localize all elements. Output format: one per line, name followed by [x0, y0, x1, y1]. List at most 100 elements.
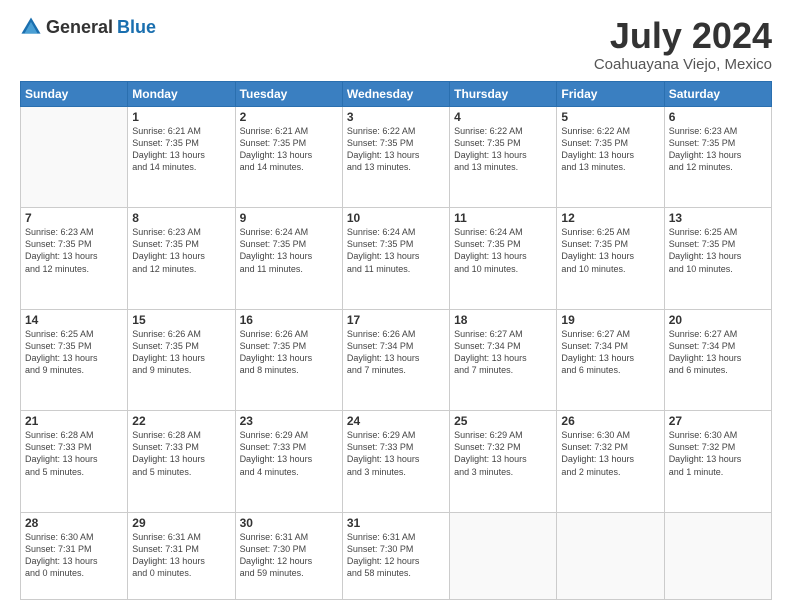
- calendar-week-row: 21Sunrise: 6:28 AM Sunset: 7:33 PM Dayli…: [21, 411, 772, 513]
- month-title: July 2024: [594, 16, 772, 56]
- day-number: 4: [454, 110, 552, 124]
- table-row: 15Sunrise: 6:26 AM Sunset: 7:35 PM Dayli…: [128, 309, 235, 411]
- table-row: 27Sunrise: 6:30 AM Sunset: 7:32 PM Dayli…: [664, 411, 771, 513]
- day-info: Sunrise: 6:25 AM Sunset: 7:35 PM Dayligh…: [561, 226, 659, 275]
- day-info: Sunrise: 6:29 AM Sunset: 7:32 PM Dayligh…: [454, 429, 552, 478]
- day-number: 17: [347, 313, 445, 327]
- day-number: 26: [561, 414, 659, 428]
- day-number: 2: [240, 110, 338, 124]
- day-number: 9: [240, 211, 338, 225]
- day-number: 8: [132, 211, 230, 225]
- day-number: 12: [561, 211, 659, 225]
- day-number: 22: [132, 414, 230, 428]
- day-number: 11: [454, 211, 552, 225]
- table-row: 3Sunrise: 6:22 AM Sunset: 7:35 PM Daylig…: [342, 106, 449, 208]
- day-info: Sunrise: 6:30 AM Sunset: 7:32 PM Dayligh…: [561, 429, 659, 478]
- table-row: 4Sunrise: 6:22 AM Sunset: 7:35 PM Daylig…: [450, 106, 557, 208]
- table-row: 30Sunrise: 6:31 AM Sunset: 7:30 PM Dayli…: [235, 512, 342, 599]
- day-info: Sunrise: 6:27 AM Sunset: 7:34 PM Dayligh…: [669, 328, 767, 377]
- day-number: 27: [669, 414, 767, 428]
- col-monday: Monday: [128, 81, 235, 106]
- day-info: Sunrise: 6:26 AM Sunset: 7:34 PM Dayligh…: [347, 328, 445, 377]
- logo-general: General: [46, 17, 113, 38]
- table-row: 8Sunrise: 6:23 AM Sunset: 7:35 PM Daylig…: [128, 208, 235, 310]
- col-sunday: Sunday: [21, 81, 128, 106]
- logo-blue: Blue: [117, 17, 156, 38]
- day-info: Sunrise: 6:26 AM Sunset: 7:35 PM Dayligh…: [132, 328, 230, 377]
- day-info: Sunrise: 6:29 AM Sunset: 7:33 PM Dayligh…: [347, 429, 445, 478]
- day-info: Sunrise: 6:24 AM Sunset: 7:35 PM Dayligh…: [454, 226, 552, 275]
- day-info: Sunrise: 6:24 AM Sunset: 7:35 PM Dayligh…: [240, 226, 338, 275]
- day-number: 20: [669, 313, 767, 327]
- day-info: Sunrise: 6:26 AM Sunset: 7:35 PM Dayligh…: [240, 328, 338, 377]
- day-number: 6: [669, 110, 767, 124]
- day-info: Sunrise: 6:29 AM Sunset: 7:33 PM Dayligh…: [240, 429, 338, 478]
- day-info: Sunrise: 6:23 AM Sunset: 7:35 PM Dayligh…: [25, 226, 123, 275]
- day-number: 16: [240, 313, 338, 327]
- table-row: 7Sunrise: 6:23 AM Sunset: 7:35 PM Daylig…: [21, 208, 128, 310]
- table-row: 5Sunrise: 6:22 AM Sunset: 7:35 PM Daylig…: [557, 106, 664, 208]
- day-info: Sunrise: 6:31 AM Sunset: 7:31 PM Dayligh…: [132, 531, 230, 580]
- day-number: 1: [132, 110, 230, 124]
- day-info: Sunrise: 6:28 AM Sunset: 7:33 PM Dayligh…: [25, 429, 123, 478]
- day-info: Sunrise: 6:28 AM Sunset: 7:33 PM Dayligh…: [132, 429, 230, 478]
- day-info: Sunrise: 6:24 AM Sunset: 7:35 PM Dayligh…: [347, 226, 445, 275]
- table-row: 29Sunrise: 6:31 AM Sunset: 7:31 PM Dayli…: [128, 512, 235, 599]
- table-row: 31Sunrise: 6:31 AM Sunset: 7:30 PM Dayli…: [342, 512, 449, 599]
- day-number: 10: [347, 211, 445, 225]
- calendar-week-row: 28Sunrise: 6:30 AM Sunset: 7:31 PM Dayli…: [21, 512, 772, 599]
- day-number: 18: [454, 313, 552, 327]
- table-row: 22Sunrise: 6:28 AM Sunset: 7:33 PM Dayli…: [128, 411, 235, 513]
- day-number: 3: [347, 110, 445, 124]
- table-row: 28Sunrise: 6:30 AM Sunset: 7:31 PM Dayli…: [21, 512, 128, 599]
- day-number: 25: [454, 414, 552, 428]
- header: GeneralBlue July 2024 Coahuayana Viejo, …: [20, 16, 772, 73]
- day-number: 28: [25, 516, 123, 530]
- table-row: 16Sunrise: 6:26 AM Sunset: 7:35 PM Dayli…: [235, 309, 342, 411]
- table-row: 14Sunrise: 6:25 AM Sunset: 7:35 PM Dayli…: [21, 309, 128, 411]
- day-info: Sunrise: 6:30 AM Sunset: 7:31 PM Dayligh…: [25, 531, 123, 580]
- table-row: 10Sunrise: 6:24 AM Sunset: 7:35 PM Dayli…: [342, 208, 449, 310]
- calendar-week-row: 14Sunrise: 6:25 AM Sunset: 7:35 PM Dayli…: [21, 309, 772, 411]
- calendar-body: 1Sunrise: 6:21 AM Sunset: 7:35 PM Daylig…: [21, 106, 772, 599]
- table-row: [450, 512, 557, 599]
- table-row: 9Sunrise: 6:24 AM Sunset: 7:35 PM Daylig…: [235, 208, 342, 310]
- day-info: Sunrise: 6:27 AM Sunset: 7:34 PM Dayligh…: [561, 328, 659, 377]
- calendar-week-row: 1Sunrise: 6:21 AM Sunset: 7:35 PM Daylig…: [21, 106, 772, 208]
- day-info: Sunrise: 6:31 AM Sunset: 7:30 PM Dayligh…: [347, 531, 445, 580]
- table-row: 1Sunrise: 6:21 AM Sunset: 7:35 PM Daylig…: [128, 106, 235, 208]
- logo: GeneralBlue: [20, 16, 156, 38]
- day-info: Sunrise: 6:22 AM Sunset: 7:35 PM Dayligh…: [454, 125, 552, 174]
- table-row: 25Sunrise: 6:29 AM Sunset: 7:32 PM Dayli…: [450, 411, 557, 513]
- table-row: 2Sunrise: 6:21 AM Sunset: 7:35 PM Daylig…: [235, 106, 342, 208]
- day-info: Sunrise: 6:25 AM Sunset: 7:35 PM Dayligh…: [25, 328, 123, 377]
- calendar-table: Sunday Monday Tuesday Wednesday Thursday…: [20, 81, 772, 600]
- day-info: Sunrise: 6:23 AM Sunset: 7:35 PM Dayligh…: [669, 125, 767, 174]
- day-number: 14: [25, 313, 123, 327]
- day-info: Sunrise: 6:27 AM Sunset: 7:34 PM Dayligh…: [454, 328, 552, 377]
- table-row: [557, 512, 664, 599]
- title-area: July 2024 Coahuayana Viejo, Mexico: [594, 16, 772, 73]
- table-row: 21Sunrise: 6:28 AM Sunset: 7:33 PM Dayli…: [21, 411, 128, 513]
- logo-area: GeneralBlue: [20, 16, 156, 38]
- day-number: 23: [240, 414, 338, 428]
- table-row: 24Sunrise: 6:29 AM Sunset: 7:33 PM Dayli…: [342, 411, 449, 513]
- table-row: 11Sunrise: 6:24 AM Sunset: 7:35 PM Dayli…: [450, 208, 557, 310]
- col-tuesday: Tuesday: [235, 81, 342, 106]
- table-row: [664, 512, 771, 599]
- day-number: 29: [132, 516, 230, 530]
- day-number: 19: [561, 313, 659, 327]
- calendar-week-row: 7Sunrise: 6:23 AM Sunset: 7:35 PM Daylig…: [21, 208, 772, 310]
- table-row: 6Sunrise: 6:23 AM Sunset: 7:35 PM Daylig…: [664, 106, 771, 208]
- day-number: 21: [25, 414, 123, 428]
- col-wednesday: Wednesday: [342, 81, 449, 106]
- day-number: 13: [669, 211, 767, 225]
- table-row: 18Sunrise: 6:27 AM Sunset: 7:34 PM Dayli…: [450, 309, 557, 411]
- day-info: Sunrise: 6:31 AM Sunset: 7:30 PM Dayligh…: [240, 531, 338, 580]
- col-friday: Friday: [557, 81, 664, 106]
- day-info: Sunrise: 6:30 AM Sunset: 7:32 PM Dayligh…: [669, 429, 767, 478]
- day-info: Sunrise: 6:23 AM Sunset: 7:35 PM Dayligh…: [132, 226, 230, 275]
- table-row: 19Sunrise: 6:27 AM Sunset: 7:34 PM Dayli…: [557, 309, 664, 411]
- day-info: Sunrise: 6:22 AM Sunset: 7:35 PM Dayligh…: [347, 125, 445, 174]
- day-info: Sunrise: 6:21 AM Sunset: 7:35 PM Dayligh…: [132, 125, 230, 174]
